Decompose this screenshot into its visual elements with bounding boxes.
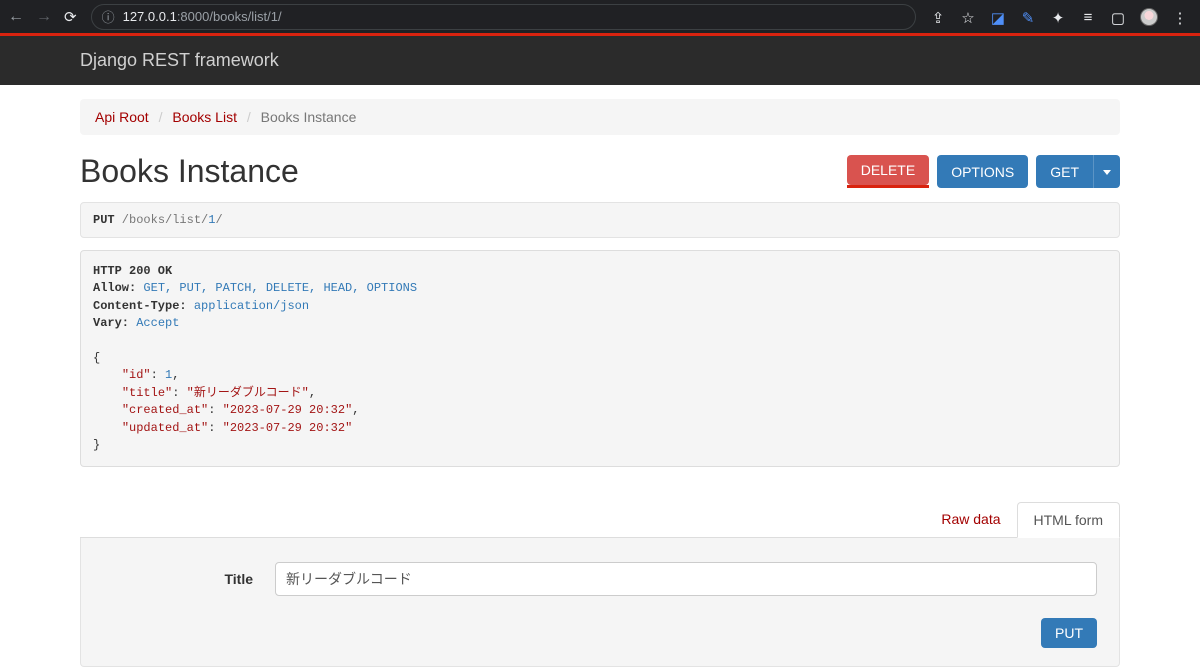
tab-html-form[interactable]: HTML form: [1017, 502, 1120, 538]
delete-button[interactable]: DELETE: [847, 155, 929, 185]
extension-1-icon[interactable]: ◪: [990, 9, 1006, 25]
browser-actions: ⇪ ☆ ◪ ✎ ✦ ≡ ▢ ⋮: [930, 8, 1192, 26]
forward-icon[interactable]: →: [36, 8, 52, 26]
brand-bar: Django REST framework: [0, 36, 1200, 85]
menu-icon[interactable]: ⋮: [1172, 9, 1188, 25]
request-path: /books/list/1/: [115, 213, 223, 227]
title-label: Title: [103, 571, 253, 587]
tab-raw-data[interactable]: Raw data: [925, 502, 1016, 538]
extension-2-icon[interactable]: ✎: [1020, 9, 1036, 25]
breadcrumb-current: Books Instance: [261, 109, 357, 125]
form-panel: Title PUT: [80, 538, 1120, 667]
breadcrumb-sep: /: [241, 109, 257, 125]
brand-title[interactable]: Django REST framework: [80, 50, 279, 70]
browser-toolbar: ← → ⟳ ⓘ 127.0.0.1:8000/books/list/1/ ⇪ ☆…: [0, 0, 1200, 33]
url-path: :8000/books/list/1/: [177, 9, 282, 24]
options-button[interactable]: OPTIONS: [937, 155, 1028, 188]
put-button[interactable]: PUT: [1041, 618, 1097, 648]
site-info-icon[interactable]: ⓘ: [102, 7, 115, 26]
request-line: PUT /books/list/1/: [80, 202, 1120, 238]
chevron-down-icon: [1103, 170, 1111, 175]
page-title: Books Instance: [80, 153, 299, 190]
title-input[interactable]: [275, 562, 1097, 596]
breadcrumb-list[interactable]: Books List: [172, 109, 237, 125]
get-button-group: GET: [1036, 155, 1120, 188]
panel-icon[interactable]: ▢: [1110, 9, 1126, 25]
breadcrumb-sep: /: [153, 109, 169, 125]
breadcrumb: Api Root / Books List / Books Instance: [80, 99, 1120, 135]
get-dropdown-button[interactable]: [1093, 155, 1120, 188]
extensions-icon[interactable]: ✦: [1050, 9, 1066, 25]
get-button[interactable]: GET: [1036, 155, 1093, 188]
reading-list-icon[interactable]: ≡: [1080, 9, 1096, 25]
action-buttons: DELETE OPTIONS GET: [847, 155, 1120, 188]
bookmark-icon[interactable]: ☆: [960, 9, 976, 25]
response-block: HTTP 200 OK Allow: GET, PUT, PATCH, DELE…: [80, 250, 1120, 467]
nav-arrow-group: ← → ⟳: [8, 8, 77, 26]
reload-icon[interactable]: ⟳: [64, 8, 77, 26]
back-icon[interactable]: ←: [8, 8, 24, 26]
form-row-title: Title: [103, 562, 1097, 596]
status-line: HTTP 200 OK: [93, 264, 172, 278]
request-method: PUT: [93, 213, 115, 227]
profile-avatar-icon[interactable]: [1140, 8, 1158, 26]
breadcrumb-root[interactable]: Api Root: [95, 109, 149, 125]
heading-row: Books Instance DELETE OPTIONS GET: [80, 153, 1120, 190]
share-icon[interactable]: ⇪: [930, 9, 946, 25]
address-bar[interactable]: ⓘ 127.0.0.1:8000/books/list/1/: [91, 4, 916, 30]
url-host: 127.0.0.1: [123, 9, 177, 24]
form-actions: PUT: [103, 618, 1097, 648]
form-tabs: Raw data HTML form: [80, 501, 1120, 538]
